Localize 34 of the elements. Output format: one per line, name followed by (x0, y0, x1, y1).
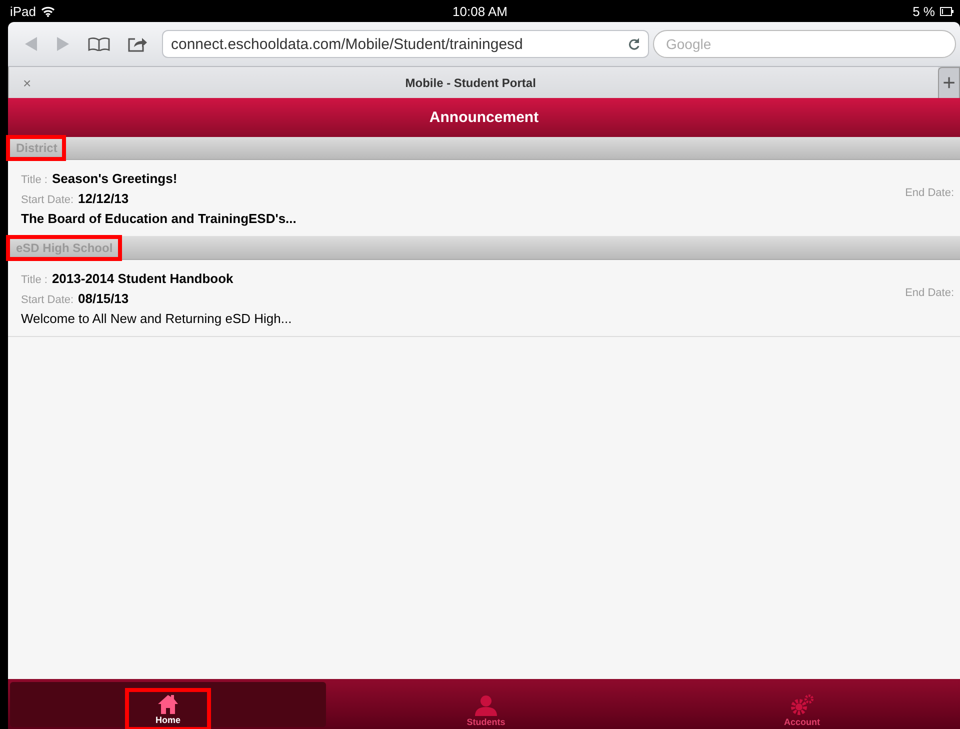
page-title: Announcement (429, 109, 539, 126)
device-label: iPad (10, 4, 36, 18)
field-label: Title : (21, 174, 48, 186)
book-icon[interactable] (88, 37, 110, 51)
person-icon (474, 695, 498, 716)
field-label: Start Date: (21, 194, 74, 206)
new-tab-button[interactable]: + (938, 67, 960, 98)
tab-label: Account (784, 717, 820, 727)
announcement-title: Season's Greetings! (52, 171, 178, 186)
tab-title: Mobile - Student Portal (405, 76, 536, 90)
wifi-icon (41, 6, 56, 16)
reload-icon[interactable] (628, 38, 640, 50)
share-icon[interactable] (128, 36, 148, 52)
gears-icon (789, 694, 815, 716)
browser-tab[interactable]: × Mobile - Student Portal (8, 67, 938, 98)
field-label: End Date: (905, 187, 954, 199)
search-field[interactable]: Google (653, 30, 956, 58)
start-date: 12/12/13 (78, 191, 129, 206)
start-date: 08/15/13 (78, 291, 129, 306)
field-label: End Date: (905, 287, 954, 299)
announcement-title: 2013-2014 Student Handbook (52, 271, 234, 286)
address-field[interactable]: connect.eschooldata.com/Mobile/Student/trainingesd (162, 30, 649, 58)
tab-label: Students (466, 717, 506, 727)
battery-percent: 5 % (912, 4, 935, 18)
battery-icon (940, 6, 954, 16)
announcement-item[interactable]: Title : 2013-2014 Student Handbook Start Date: 08/15/13 Welcome to All New and Returning eSD High... End Date: (8, 260, 960, 337)
tab-label: Home (155, 715, 180, 725)
field-label: Start Date: (21, 294, 74, 306)
announcement-summary: Welcome to All New and Returning eSD High... (21, 311, 292, 326)
status-time: 10:08 AM (452, 4, 508, 18)
house-icon (157, 694, 179, 714)
field-label: Title : (21, 274, 48, 286)
tab-bar-item[interactable]: Home (10, 682, 326, 727)
announcement-summary: The Board of Education and TrainingESD's... (21, 211, 296, 226)
